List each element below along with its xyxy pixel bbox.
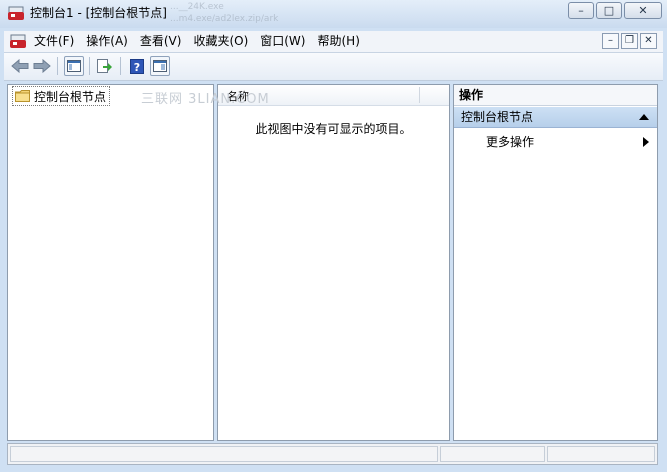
toolbar-separator [120, 57, 121, 75]
empty-list-message: 此视图中没有可显示的项目。 [255, 122, 412, 136]
svg-text:?: ? [134, 61, 140, 74]
window-title: 控制台1 - [控制台根节点] [30, 6, 167, 20]
toolbar-separator [89, 57, 90, 75]
menu-window[interactable]: 窗口(W) [254, 31, 311, 52]
toolbar: ? [4, 53, 663, 81]
title-bar[interactable]: ...__24K.exe ...m4.exe/ad2lex.zip/ark 控制… [0, 0, 667, 28]
child-minimize-button[interactable]: – [602, 33, 619, 49]
status-cell-main [10, 446, 438, 462]
background-window-text: ...__24K.exe ...m4.exe/ad2lex.zip/ark [170, 2, 279, 24]
console-tree-pane: 控制台根节点 [7, 84, 214, 441]
actions-section-console-root[interactable]: 控制台根节点 [454, 107, 657, 128]
folder-icon [15, 90, 30, 102]
menu-bar: 文件(F) 操作(A) 查看(V) 收藏夹(O) 窗口(W) 帮助(H) – ❐… [4, 31, 663, 53]
menu-view[interactable]: 查看(V) [134, 31, 188, 52]
show-hide-action-pane-icon[interactable] [150, 56, 170, 76]
status-bar [7, 443, 658, 465]
help-icon[interactable]: ? [127, 56, 147, 76]
status-cell-tertiary [547, 446, 655, 462]
collapse-triangle-icon[interactable] [639, 114, 649, 120]
forward-arrow-icon[interactable] [32, 56, 52, 76]
actions-item-label: 更多操作 [486, 135, 535, 149]
tree-item-label: 控制台根节点 [34, 89, 107, 104]
export-list-icon[interactable] [95, 56, 115, 76]
child-restore-button[interactable]: ❐ [621, 33, 638, 49]
results-pane: 名称 此视图中没有可显示的项目。 [217, 84, 450, 441]
toolbar-separator [57, 57, 58, 75]
mmc-console-icon [8, 6, 24, 20]
mmc-console-icon[interactable] [10, 34, 26, 49]
actions-pane-header: 操作 [454, 85, 657, 106]
child-close-button[interactable]: ✕ [640, 33, 657, 49]
close-button[interactable]: ✕ [624, 2, 662, 19]
status-cell-secondary [440, 446, 545, 462]
column-divider[interactable] [419, 87, 420, 103]
menu-action[interactable]: 操作(A) [80, 31, 134, 52]
actions-item-more-actions[interactable]: 更多操作 [454, 132, 657, 152]
submenu-arrow-icon [643, 137, 649, 147]
watermark-text: 三联网 3LIAN.COM [141, 92, 270, 107]
actions-section-label: 控制台根节点 [461, 110, 534, 124]
minimize-button[interactable]: – [568, 2, 594, 19]
menu-file[interactable]: 文件(F) [28, 31, 80, 52]
maximize-button[interactable]: □ [596, 2, 622, 19]
back-arrow-icon[interactable] [10, 56, 30, 76]
menu-help[interactable]: 帮助(H) [311, 31, 365, 52]
show-hide-tree-icon[interactable] [64, 56, 84, 76]
actions-pane: 操作 控制台根节点 更多操作 [453, 84, 658, 441]
menu-favorites[interactable]: 收藏夹(O) [187, 31, 254, 52]
tree-item-console-root[interactable]: 控制台根节点 [12, 86, 111, 106]
